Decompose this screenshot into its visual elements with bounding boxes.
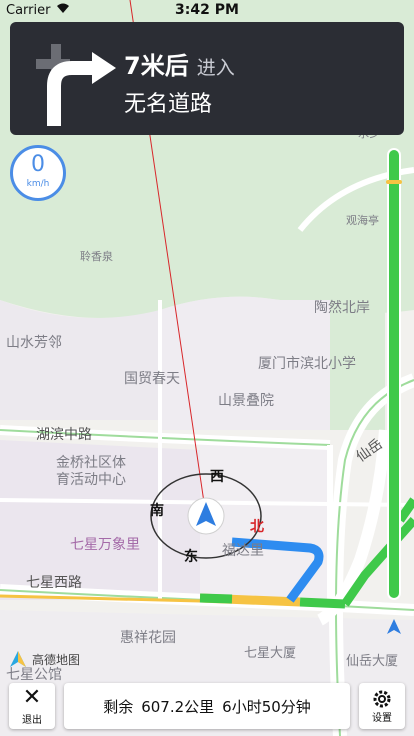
map-label: 七星西路 <box>26 575 82 591</box>
settings-label: 设置 <box>372 713 392 724</box>
car-progress-icon <box>385 618 403 640</box>
gear-icon <box>372 689 392 709</box>
map-label: 山水芳邻 <box>6 335 62 351</box>
map-label: 山景叠院 <box>218 393 274 409</box>
compass-south: 南 <box>150 503 164 519</box>
map-label: 惠祥花园 <box>120 630 176 646</box>
speed-value: 0 <box>31 152 45 177</box>
traffic-progress-cursor <box>386 180 402 184</box>
amap-logo-icon <box>10 651 26 667</box>
status-bar: Carrier 3:42 PM <box>0 0 414 22</box>
map-label: 湖滨中路 <box>36 427 92 443</box>
map-label: 国贸春天 <box>124 371 180 387</box>
next-road-name: 无名道路 <box>124 92 213 117</box>
close-icon: ✕ <box>22 685 42 710</box>
compass-east: 东 <box>184 549 198 565</box>
map-label: 观海亭 <box>346 214 379 227</box>
remaining-time: 6小时50分钟 <box>222 697 311 716</box>
settings-button[interactable]: 设置 <box>359 683 405 729</box>
action-text: 进入 <box>196 57 235 79</box>
map-label: 育活动中心 <box>56 472 126 488</box>
remaining-distance: 607.2公里 <box>141 697 215 716</box>
map-label: 七星大厦 <box>244 646 297 661</box>
bottom-bar: ✕ 退出 剩余 607.2公里 6小时50分钟 设置 <box>0 680 414 736</box>
remaining-label: 剩余 <box>103 697 134 716</box>
exit-label: 退出 <box>22 715 42 726</box>
compass-west: 西 <box>210 469 224 485</box>
map-label: 七星万象里 <box>70 537 140 553</box>
amap-logo: 高德地图 <box>8 650 80 668</box>
guidance-panel: 7米后 进入 无名道路 <box>10 22 404 135</box>
status-time: 3:42 PM <box>175 2 239 18</box>
logo-text: 高德地图 <box>32 652 81 667</box>
compass-north: 北 <box>250 519 264 535</box>
right-turn-icon <box>26 34 118 126</box>
map-label: 福达里 <box>222 543 264 559</box>
speedometer: 0 km/h <box>10 145 66 201</box>
map-label: 仙岳大厦 <box>346 654 399 669</box>
trip-summary: 剩余 607.2公里 6小时50分钟 <box>64 683 350 729</box>
map-label: 陶然北岸 <box>314 300 370 316</box>
distance-text: 7米后 <box>124 52 189 80</box>
map-label: 厦门市滨北小学 <box>258 356 356 372</box>
map-label: 聆香泉 <box>80 250 113 263</box>
speed-unit: km/h <box>26 179 50 189</box>
exit-button[interactable]: ✕ 退出 <box>9 683 55 729</box>
traffic-progress-bar <box>387 148 401 600</box>
